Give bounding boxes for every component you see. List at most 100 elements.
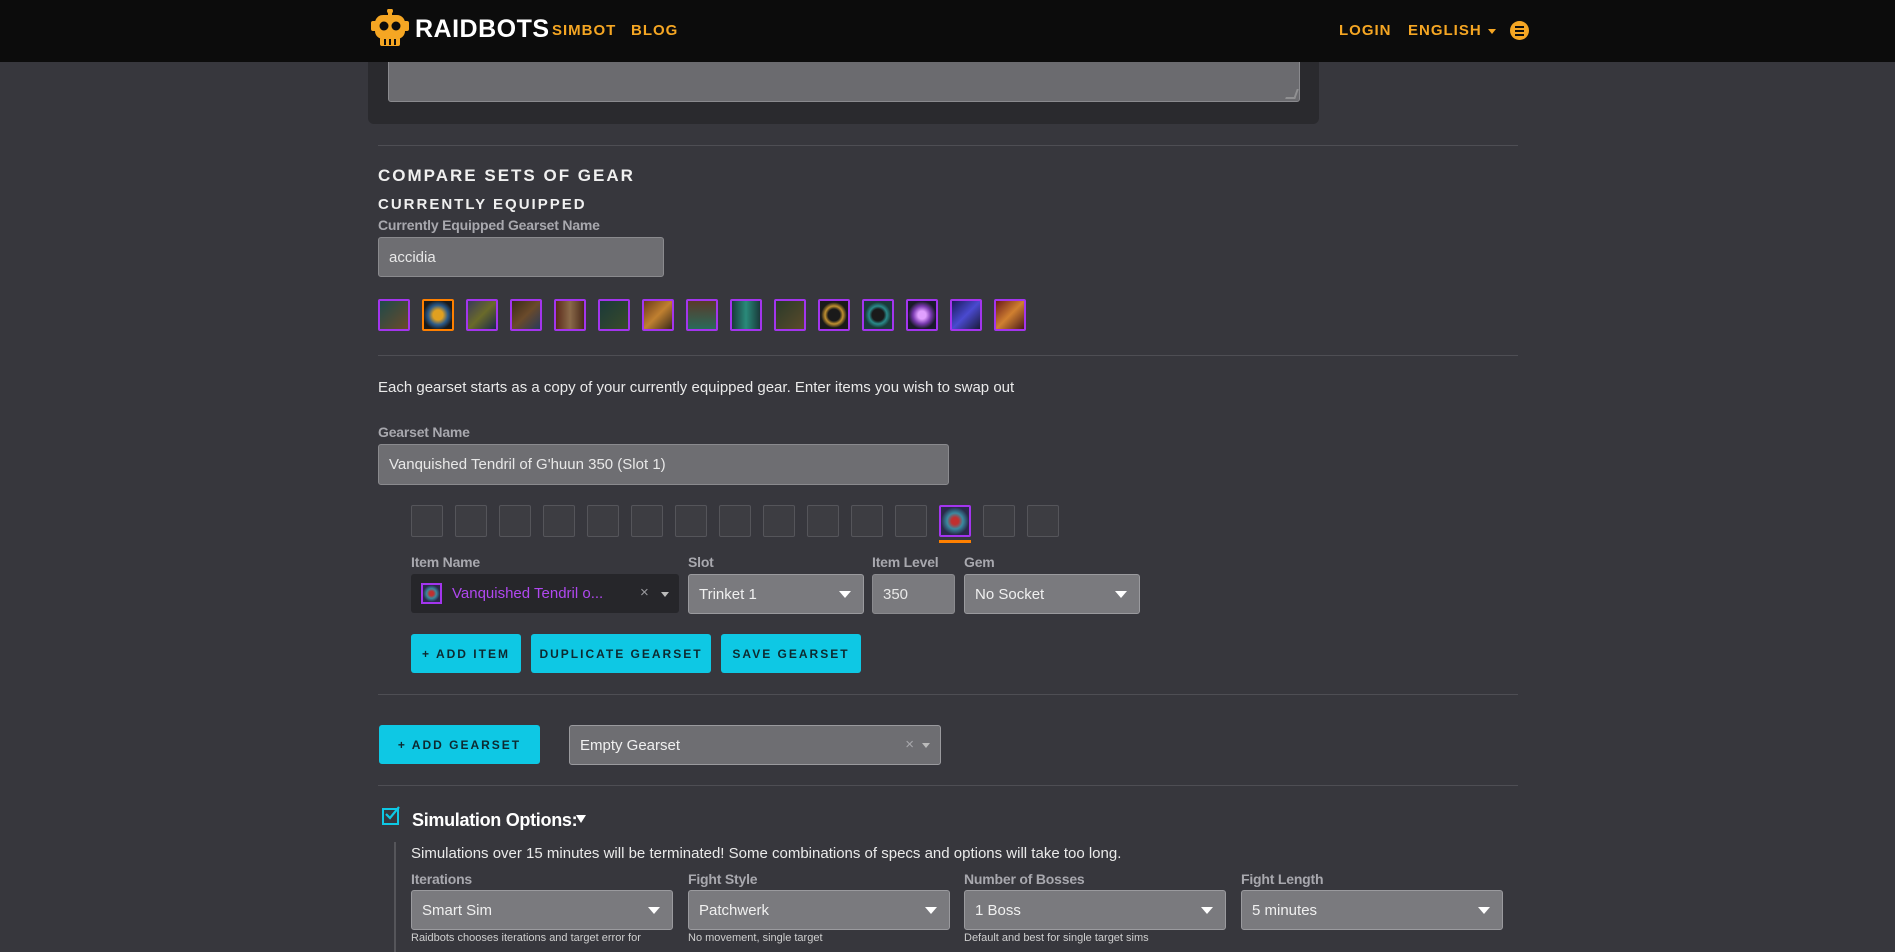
divider bbox=[378, 145, 1518, 146]
gearset-selector-value: Empty Gearset bbox=[580, 736, 681, 754]
raidbots-logo[interactable]: RAIDBOTS bbox=[369, 9, 550, 49]
nav-link-login[interactable]: LOGIN bbox=[1339, 22, 1392, 39]
back-slot-placeholder-icon[interactable] bbox=[543, 505, 575, 537]
gearset-slot-row bbox=[411, 505, 1059, 543]
duplicate-gearset-button[interactable]: DUPLICATE GEARSET bbox=[531, 634, 711, 673]
top-navbar: RAIDBOTS SIMBOT BLOG LOGIN ENGLISH bbox=[0, 0, 1895, 62]
neck-slot-placeholder-icon[interactable] bbox=[455, 505, 487, 537]
trinket1-slot-selected[interactable] bbox=[939, 505, 971, 543]
item-name-value: Vanquished Tendril o... bbox=[452, 585, 604, 602]
weapon-slot-placeholder-icon[interactable] bbox=[1027, 505, 1059, 537]
gearset-name-label: Gearset Name bbox=[378, 424, 470, 440]
head-slot-icon[interactable] bbox=[378, 299, 410, 331]
gem-select[interactable]: No Socket bbox=[964, 574, 1140, 614]
fight-style-value: Patchwerk bbox=[699, 901, 770, 919]
shoulder-slot-placeholder-icon[interactable] bbox=[499, 505, 531, 537]
ring2-slot-icon[interactable] bbox=[862, 299, 894, 331]
chest-slot-placeholder-icon[interactable] bbox=[587, 505, 619, 537]
chevron-down-icon bbox=[648, 907, 660, 914]
chevron-down-icon bbox=[1201, 907, 1213, 914]
slot-select-value: Trinket 1 bbox=[699, 585, 757, 603]
ring1-slot-placeholder-icon[interactable] bbox=[851, 505, 883, 537]
wrist-slot-icon[interactable] bbox=[598, 299, 630, 331]
iterations-value: Smart Sim bbox=[422, 901, 493, 919]
gem-label: Gem bbox=[964, 554, 995, 570]
waist-slot-placeholder-icon[interactable] bbox=[719, 505, 751, 537]
bosses-value: 1 Boss bbox=[975, 901, 1021, 919]
resize-grip-icon[interactable] bbox=[1285, 89, 1299, 99]
gearset-selector[interactable]: Empty Gearset × bbox=[569, 725, 941, 765]
legs-slot-icon[interactable] bbox=[730, 299, 762, 331]
language-label: ENGLISH bbox=[1408, 22, 1482, 39]
fight-length-select[interactable]: 5 minutes bbox=[1241, 890, 1503, 930]
gearset-name-input[interactable]: Vanquished Tendril of G'huun 350 (Slot 1… bbox=[378, 444, 949, 485]
divider bbox=[378, 355, 1518, 356]
section-title: COMPARE SETS OF GEAR bbox=[378, 166, 635, 185]
checkmark-icon bbox=[385, 806, 400, 820]
trinket2-slot-icon[interactable] bbox=[950, 299, 982, 331]
gearset-intro-text: Each gearset starts as a copy of your cu… bbox=[378, 379, 1015, 396]
trinket1-slot-icon[interactable] bbox=[906, 299, 938, 331]
feet-slot-placeholder-icon[interactable] bbox=[807, 505, 839, 537]
nav-link-blog[interactable]: BLOG bbox=[631, 22, 678, 39]
sim-time-warning: Simulations over 15 minutes will be term… bbox=[411, 845, 1122, 862]
save-gearset-button[interactable]: SAVE GEARSET bbox=[721, 634, 861, 673]
add-item-button[interactable]: + ADD ITEM bbox=[411, 634, 521, 673]
slot-select[interactable]: Trinket 1 bbox=[688, 574, 864, 614]
chevron-down-icon bbox=[922, 743, 930, 748]
hands-slot-icon[interactable] bbox=[642, 299, 674, 331]
list-menu-icon[interactable] bbox=[1510, 21, 1529, 40]
add-gearset-button[interactable]: + ADD GEARSET bbox=[379, 725, 540, 764]
fight-length-value: 5 minutes bbox=[1252, 901, 1318, 919]
equipped-heading: CURRENTLY EQUIPPED bbox=[378, 196, 587, 213]
gem-select-value: No Socket bbox=[975, 585, 1045, 603]
chevron-down-icon bbox=[839, 591, 851, 598]
equipped-name-label: Currently Equipped Gearset Name bbox=[378, 217, 600, 233]
chevron-down-icon bbox=[1487, 28, 1496, 34]
chevron-down-icon bbox=[661, 591, 669, 597]
shoulder-slot-icon[interactable] bbox=[466, 299, 498, 331]
sim-options-checkbox[interactable] bbox=[382, 806, 400, 825]
divider bbox=[378, 785, 1518, 786]
iterations-label: Iterations bbox=[411, 871, 473, 887]
hands-slot-placeholder-icon[interactable] bbox=[675, 505, 707, 537]
chevron-down-icon[interactable] bbox=[576, 815, 586, 823]
bosses-label: Number of Bosses bbox=[964, 871, 1085, 887]
nav-link-simbot[interactable]: SIMBOT bbox=[552, 22, 616, 39]
back-slot-icon[interactable] bbox=[510, 299, 542, 331]
bosses-select[interactable]: 1 Boss bbox=[964, 890, 1226, 930]
robot-skull-icon bbox=[371, 9, 409, 46]
chevron-down-icon bbox=[1115, 591, 1127, 598]
ring1-slot-icon[interactable] bbox=[818, 299, 850, 331]
item-name-label: Item Name bbox=[411, 554, 481, 570]
chevron-down-icon bbox=[1478, 907, 1490, 914]
fight-length-label: Fight Length bbox=[1241, 871, 1324, 887]
clear-icon[interactable]: × bbox=[905, 736, 914, 753]
ring2-slot-placeholder-icon[interactable] bbox=[895, 505, 927, 537]
weapon-slot-icon[interactable] bbox=[994, 299, 1026, 331]
feet-slot-icon[interactable] bbox=[774, 299, 806, 331]
head-slot-placeholder-icon[interactable] bbox=[411, 505, 443, 537]
tendril-trinket-icon bbox=[939, 505, 971, 537]
chest-slot-icon[interactable] bbox=[554, 299, 586, 331]
fight-style-help: No movement, single target bbox=[688, 932, 823, 944]
equipped-name-input[interactable]: accidia bbox=[378, 237, 664, 277]
item-level-label: Item Level bbox=[872, 554, 939, 570]
fight-style-label: Fight Style bbox=[688, 871, 758, 887]
neck-slot-icon[interactable] bbox=[422, 299, 454, 331]
trinket2-slot-placeholder-icon[interactable] bbox=[983, 505, 1015, 537]
waist-slot-icon[interactable] bbox=[686, 299, 718, 331]
wrist-slot-placeholder-icon[interactable] bbox=[631, 505, 663, 537]
sim-options-title[interactable]: Simulation Options: bbox=[412, 810, 578, 831]
bosses-help: Default and best for single target sims bbox=[964, 932, 1149, 944]
item-name-select[interactable]: Vanquished Tendril o... × bbox=[411, 574, 679, 613]
fight-style-select[interactable]: Patchwerk bbox=[688, 890, 950, 930]
item-level-input[interactable]: 350 bbox=[872, 574, 955, 614]
legs-slot-placeholder-icon[interactable] bbox=[763, 505, 795, 537]
selected-slot-indicator bbox=[939, 540, 971, 543]
iterations-select[interactable]: Smart Sim bbox=[411, 890, 673, 930]
slot-label: Slot bbox=[688, 554, 714, 570]
language-dropdown[interactable]: ENGLISH bbox=[1408, 22, 1496, 39]
equipped-gear-row bbox=[378, 299, 1026, 331]
clear-icon[interactable]: × bbox=[640, 584, 649, 601]
